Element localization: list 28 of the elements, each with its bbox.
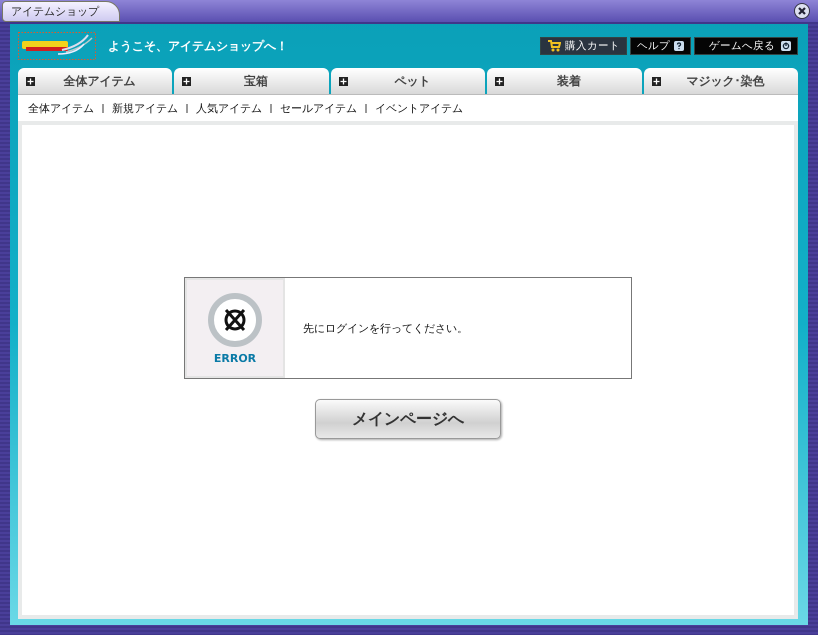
plus-icon: [338, 76, 348, 86]
error-icon: [207, 292, 263, 348]
help-icon: [674, 41, 684, 51]
submenu-link[interactable]: イベントアイテム: [375, 100, 463, 116]
plus-icon: [495, 76, 504, 86]
cart-button[interactable]: 購入カート: [540, 37, 627, 55]
help-button[interactable]: ヘルプ: [630, 37, 691, 55]
category-tab[interactable]: ペット: [330, 68, 486, 94]
submenu-link[interactable]: セールアイテム: [280, 100, 357, 116]
category-tab[interactable]: 全体アイテム: [18, 68, 172, 94]
error-label: ERROR: [214, 352, 256, 364]
window-title: アイテムショップ: [2, 0, 120, 22]
category-tab[interactable]: 宝箱: [174, 68, 329, 94]
plus-icon: [26, 76, 35, 86]
error-message: 先にログインを行ってください。: [303, 320, 468, 336]
power-icon: [781, 41, 791, 51]
main-page-button[interactable]: メインページへ: [315, 399, 501, 439]
close-icon[interactable]: [794, 3, 810, 19]
submenu-link[interactable]: 新規アイテム: [112, 100, 178, 116]
plus-icon: [182, 76, 192, 86]
back-button[interactable]: ゲームへ戻る: [694, 37, 798, 55]
category-tab[interactable]: マジック･染色: [644, 68, 798, 94]
welcome-text: ようこそ、アイテムショップへ！: [108, 38, 288, 54]
submenu-link[interactable]: 人気アイテム: [196, 100, 262, 116]
cart-icon: [547, 40, 561, 52]
plus-icon: [652, 76, 661, 86]
category-tab[interactable]: 装着: [487, 68, 642, 94]
submenu-link[interactable]: 全体アイテム: [28, 100, 94, 116]
